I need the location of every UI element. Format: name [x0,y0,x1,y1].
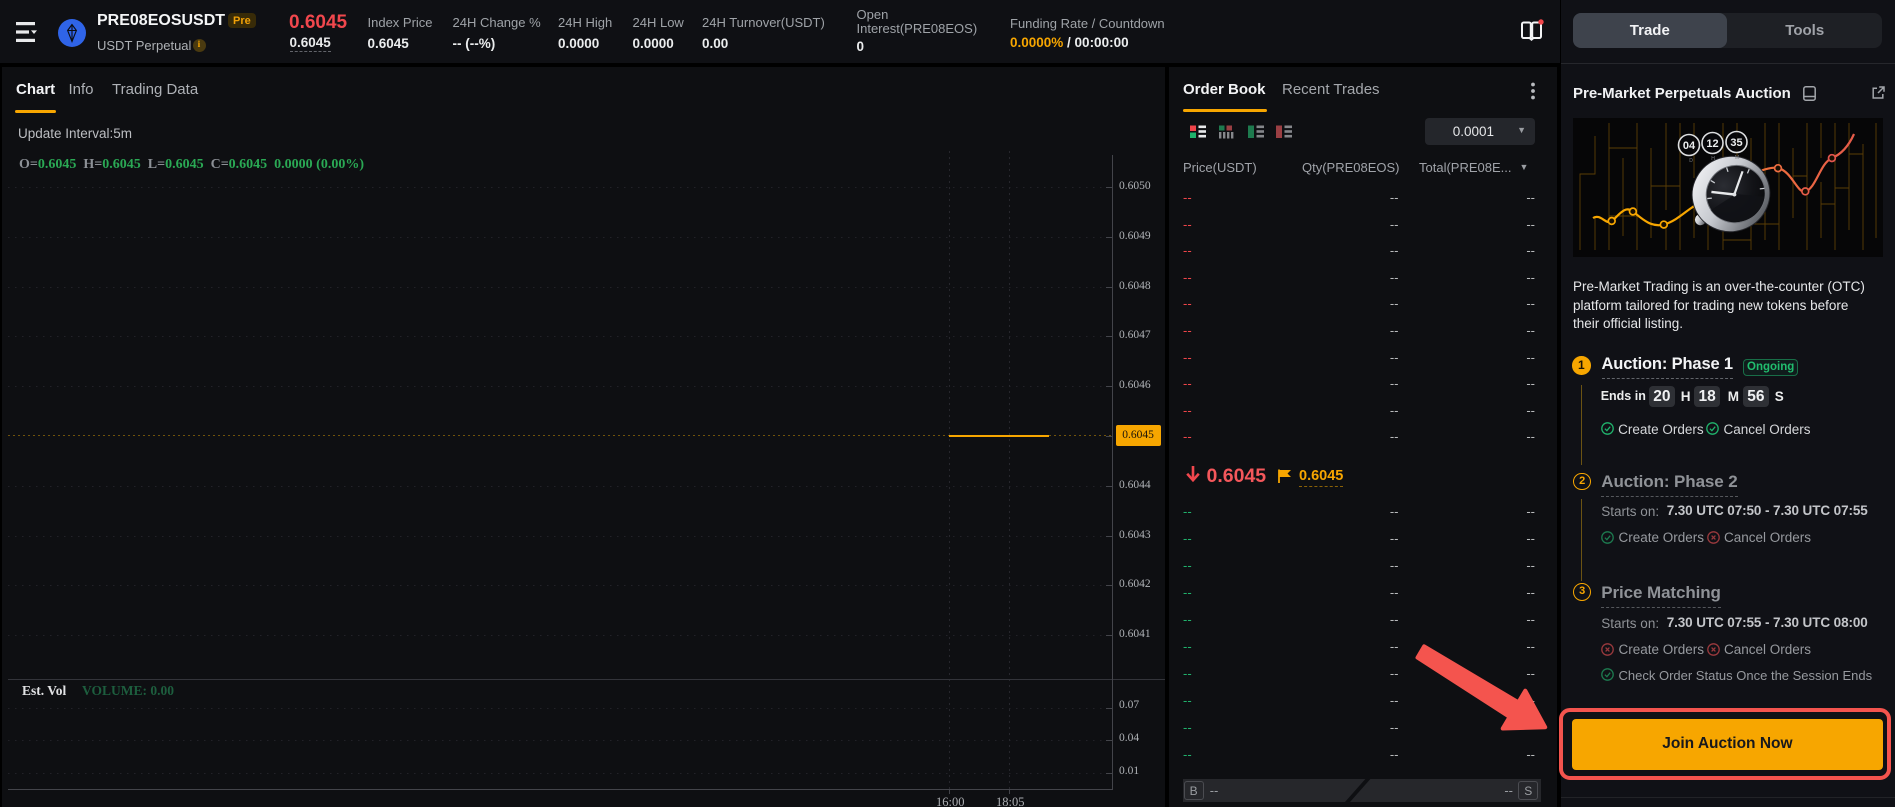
svg-text:04: 04 [1683,140,1696,152]
svg-text:H: H [1711,156,1715,162]
svg-text:D: D [1689,158,1693,164]
svg-text:12: 12 [1706,138,1718,150]
svg-text:35: 35 [1730,137,1742,149]
svg-text:M: M [1735,155,1739,161]
